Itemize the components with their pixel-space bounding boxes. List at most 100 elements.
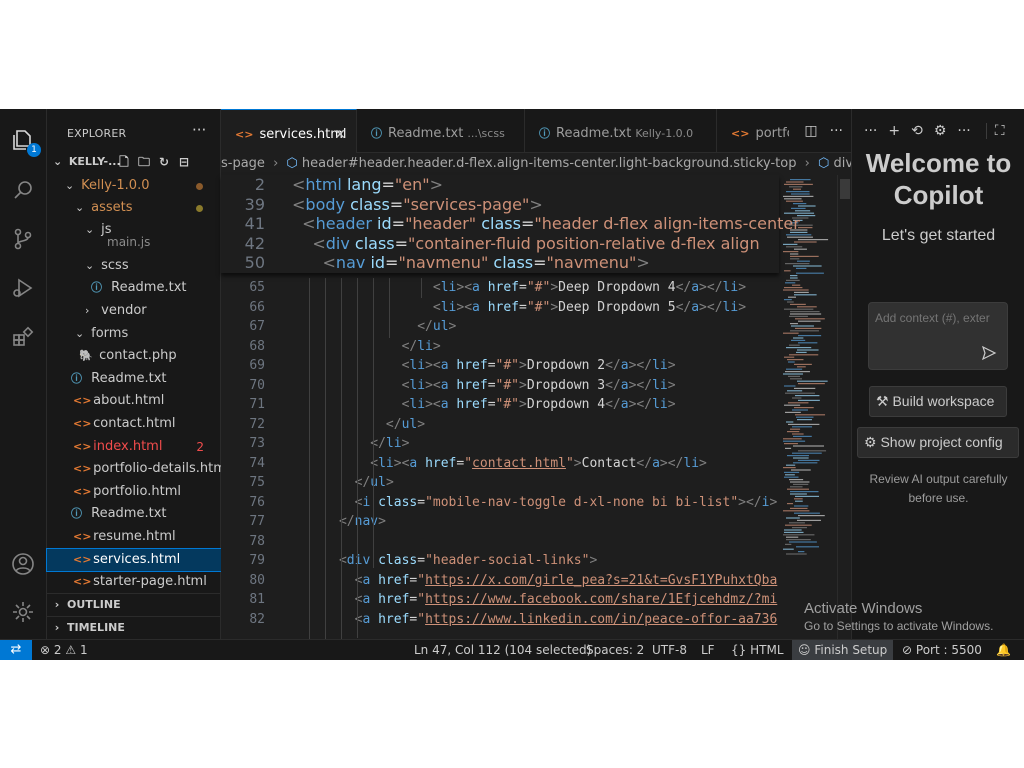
new-chat-icon[interactable]: + bbox=[888, 123, 900, 139]
tree-file[interactable]: <> index.html 2 bbox=[47, 436, 221, 458]
notifications-bell-icon[interactable]: 🔔 bbox=[996, 640, 1011, 660]
tree-file[interactable]: <> about.html bbox=[47, 390, 221, 412]
history-icon[interactable]: ⟲ bbox=[911, 123, 923, 139]
code-line[interactable]: <li><a href="contact.html">Contact</a></… bbox=[292, 454, 707, 474]
breadcrumb-item[interactable]: div.containe bbox=[833, 156, 851, 171]
encoding[interactable]: UTF-8 bbox=[652, 640, 687, 660]
minimap-line bbox=[797, 380, 828, 382]
minimap-line bbox=[794, 248, 807, 250]
gear-icon[interactable]: ⚙ bbox=[934, 123, 947, 139]
workspace-root[interactable]: ⌄ KELLY-... 🗋 🗀 ↻ ⊟ bbox=[47, 151, 221, 173]
code-line[interactable]: </ul> bbox=[292, 415, 425, 435]
more-actions-icon[interactable]: ··· bbox=[864, 123, 877, 139]
vertical-scrollbar[interactable] bbox=[837, 175, 851, 639]
tree-file[interactable]: <> portfolio-details.html bbox=[47, 458, 221, 480]
language-label: HTML bbox=[750, 643, 784, 657]
new-file-icon[interactable]: 🗋 bbox=[117, 155, 131, 169]
tree-folder[interactable]: ⌄ forms bbox=[47, 323, 221, 345]
tab-portfolio[interactable]: <> portfc bbox=[717, 109, 789, 153]
close-icon[interactable]: ✕ bbox=[334, 110, 346, 153]
code-line[interactable]: <a href="https://www.facebook.com/share/… bbox=[292, 590, 778, 610]
breadcrumb-item[interactable]: s-page bbox=[221, 156, 265, 171]
tree-folder[interactable]: ⌄ assets bbox=[47, 197, 221, 219]
finish-setup-button[interactable]: ☺ Finish Setup bbox=[792, 640, 894, 660]
code-line[interactable]: <header id="header" class="header d-flex… bbox=[292, 214, 800, 234]
code-line[interactable]: <div class="header-social-links"> bbox=[292, 551, 597, 571]
tree-label: Kelly-1.0.0 bbox=[81, 178, 150, 193]
remote-icon[interactable]: ⇄ bbox=[0, 640, 32, 660]
code-line[interactable]: <a href="https://x.com/girle_pea?s=21&t=… bbox=[292, 571, 778, 591]
code-line[interactable]: <li><a href="#">Dropdown 2</a></li> bbox=[292, 356, 676, 376]
send-icon[interactable] bbox=[981, 345, 997, 361]
code-line[interactable]: <li><a href="#">Dropdown 3</a></li> bbox=[292, 376, 676, 396]
tree-file[interactable]: ⓘ Readme.txt bbox=[47, 368, 221, 390]
tab-readme-scss[interactable]: ⓘ Readme.txt ...\scss bbox=[357, 109, 525, 153]
maximize-icon[interactable]: ⛶ bbox=[985, 123, 1005, 139]
code-line[interactable]: <li><a href="#">Deep Dropdown 5</a></li> bbox=[292, 298, 746, 318]
code-line[interactable]: </nav> bbox=[292, 512, 386, 532]
account-icon[interactable] bbox=[8, 549, 38, 579]
tree-file[interactable]: <> resume.html bbox=[47, 526, 221, 548]
scrollbar-thumb[interactable] bbox=[840, 179, 850, 199]
tree-file-selected[interactable]: <> services.html bbox=[46, 548, 222, 572]
minimap-line bbox=[793, 462, 818, 464]
refresh-icon[interactable]: ↻ bbox=[157, 155, 171, 169]
code-line[interactable]: <nav id="navmenu" class="navmenu"> bbox=[292, 253, 650, 273]
outline-section[interactable]: › OUTLINE bbox=[47, 593, 221, 615]
minimap-line bbox=[783, 243, 798, 245]
tree-file[interactable]: <> portfolio.html bbox=[47, 481, 221, 503]
tree-file[interactable]: ⓘ Readme.txt bbox=[47, 503, 221, 525]
tree-file[interactable]: 🐘 contact.php bbox=[47, 345, 221, 367]
minimap-line bbox=[794, 291, 809, 293]
language-mode[interactable]: {} HTML bbox=[731, 640, 784, 660]
minimap-line bbox=[797, 519, 821, 521]
code-line[interactable]: </li> bbox=[292, 337, 441, 357]
html-file-icon: <> bbox=[235, 128, 254, 141]
tree-file[interactable]: main.js bbox=[47, 235, 221, 249]
new-folder-icon[interactable]: 🗀 bbox=[137, 155, 151, 169]
more-actions-icon[interactable]: ··· bbox=[957, 123, 970, 139]
run-debug-icon[interactable] bbox=[8, 273, 38, 303]
code-line[interactable]: </ul> bbox=[292, 317, 456, 337]
code-line[interactable]: <i class="mobile-nav-toggle d-xl-none bi… bbox=[292, 493, 778, 513]
explorer-icon[interactable]: 1 bbox=[8, 125, 41, 157]
live-server-port[interactable]: ⊘ Port : 5500 bbox=[902, 640, 982, 660]
code-line[interactable]: <div class="container-fluid position-rel… bbox=[292, 234, 759, 254]
code-line[interactable]: <li><a href="#">Dropdown 4</a></li> bbox=[292, 395, 676, 415]
breadcrumb-item[interactable]: header#header.header.d-flex.align-items-… bbox=[302, 156, 797, 171]
tree-folder[interactable]: ⌄ Kelly-1.0.0 bbox=[47, 175, 221, 197]
tree-folder[interactable]: ⌄ scss bbox=[47, 255, 221, 277]
info-icon: ⓘ bbox=[371, 127, 382, 140]
more-actions-icon[interactable]: ··· bbox=[830, 123, 843, 139]
minimap-line bbox=[790, 493, 807, 495]
build-workspace-button[interactable]: ⚒ Build workspace bbox=[869, 386, 1007, 417]
tree-file[interactable]: <> starter-page.html bbox=[47, 571, 221, 593]
settings-gear-icon[interactable] bbox=[8, 597, 38, 627]
code-line[interactable]: <body class="services-page"> bbox=[292, 195, 543, 215]
tree-file[interactable]: ⓘ Readme.txt bbox=[47, 277, 221, 299]
sticky-scroll[interactable]: 2 <html lang="en"> 39 <body class="services… bbox=[221, 175, 800, 273]
code-line[interactable]: </ul> bbox=[292, 473, 394, 493]
line-ending[interactable]: LF bbox=[701, 640, 715, 660]
extensions-icon[interactable] bbox=[8, 322, 38, 352]
problems-indicator[interactable]: ⊗ 2 ⚠ 1 bbox=[40, 640, 88, 660]
source-control-icon[interactable] bbox=[8, 224, 38, 254]
tab-services-html[interactable]: <> services.html ✕ bbox=[221, 109, 357, 153]
chat-input[interactable] bbox=[875, 309, 1003, 327]
tree-file[interactable]: <> contact.html bbox=[47, 413, 221, 435]
code-line[interactable]: <html lang="en"> bbox=[292, 175, 443, 195]
indentation[interactable]: Spaces: 2 bbox=[586, 640, 644, 660]
search-icon[interactable] bbox=[8, 175, 38, 205]
split-editor-icon[interactable]: ◫ bbox=[804, 123, 817, 139]
tree-folder[interactable]: › vendor bbox=[47, 300, 221, 322]
cursor-position[interactable]: Ln 47, Col 112 (104 selected) bbox=[414, 640, 591, 660]
minimap[interactable] bbox=[779, 175, 837, 639]
collapse-all-icon[interactable]: ⊟ bbox=[177, 155, 191, 169]
timeline-section[interactable]: › TIMELINE bbox=[47, 616, 221, 638]
show-project-config-button[interactable]: ⚙ Show project config bbox=[857, 427, 1019, 458]
chat-input-box[interactable] bbox=[868, 302, 1008, 370]
tab-readme-kelly[interactable]: ⓘ Readme.txt Kelly-1.0.0 bbox=[525, 109, 717, 153]
code-line[interactable]: <li><a href="#">Deep Dropdown 4</a></li> bbox=[292, 278, 746, 298]
code-line[interactable]: <a href="https://www.linkedin.com/in/pea… bbox=[292, 610, 778, 630]
more-actions-icon[interactable]: ··· bbox=[192, 121, 206, 139]
